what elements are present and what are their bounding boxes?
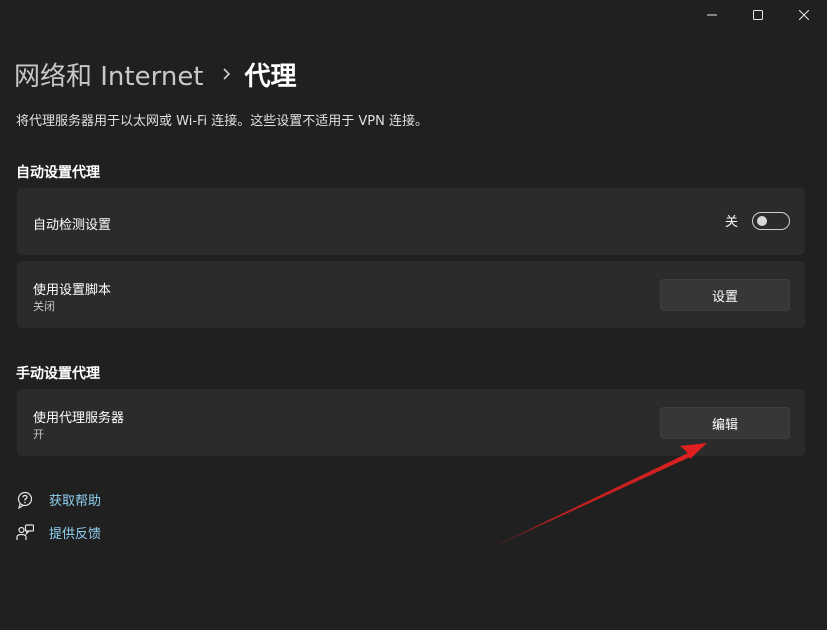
caption-buttons xyxy=(689,0,827,30)
page-title: 代理 xyxy=(244,61,297,92)
close-icon xyxy=(799,10,809,20)
setup-script-button[interactable]: 设置 xyxy=(660,279,790,311)
auto-detect-label: 自动检测设置 xyxy=(33,218,112,233)
setup-script-status: 关闭 xyxy=(33,300,55,313)
feedback-link[interactable]: 提供反馈 xyxy=(49,523,101,542)
feedback-icon xyxy=(16,523,34,542)
breadcrumb: 网络和 Internet 代理 xyxy=(14,56,297,92)
auto-proxy-section-title: 自动设置代理 xyxy=(16,165,100,181)
proxy-server-label: 使用代理服务器 xyxy=(33,411,125,426)
maximize-button[interactable] xyxy=(735,0,781,30)
setup-script-label: 使用设置脚本 xyxy=(33,283,112,298)
help-icon xyxy=(16,491,34,509)
manual-proxy-section-title: 手动设置代理 xyxy=(16,366,100,382)
setup-script-card: 使用设置脚本 关闭 设置 xyxy=(17,261,805,328)
help-link[interactable]: 获取帮助 xyxy=(49,490,101,509)
feedback-link-row[interactable]: 提供反馈 xyxy=(16,523,101,542)
auto-detect-toggle-group: 关 xyxy=(725,211,790,230)
minimize-icon xyxy=(707,10,717,20)
breadcrumb-parent-link[interactable]: 网络和 Internet xyxy=(14,56,204,93)
toggle-state-label: 关 xyxy=(724,215,738,230)
settings-window: 网络和 Internet 代理 将代理服务器用于以太网或 Wi-Fi 连接。这些… xyxy=(0,0,827,630)
minimize-button[interactable] xyxy=(689,0,735,30)
toggle-knob xyxy=(757,215,767,226)
auto-detect-card: 自动检测设置 关 xyxy=(17,188,805,255)
proxy-server-card: 使用代理服务器 开 编辑 xyxy=(17,389,805,456)
auto-detect-toggle[interactable] xyxy=(752,211,790,230)
edit-proxy-button[interactable]: 编辑 xyxy=(660,407,790,439)
chevron-right-icon xyxy=(222,67,232,81)
page-description: 将代理服务器用于以太网或 Wi-Fi 连接。这些设置不适用于 VPN 连接。 xyxy=(16,114,429,129)
help-link-row[interactable]: 获取帮助 xyxy=(16,490,101,509)
close-button[interactable] xyxy=(781,0,827,30)
proxy-server-status: 开 xyxy=(33,428,44,441)
maximize-icon xyxy=(753,10,763,20)
arrow-shaft xyxy=(474,453,690,556)
